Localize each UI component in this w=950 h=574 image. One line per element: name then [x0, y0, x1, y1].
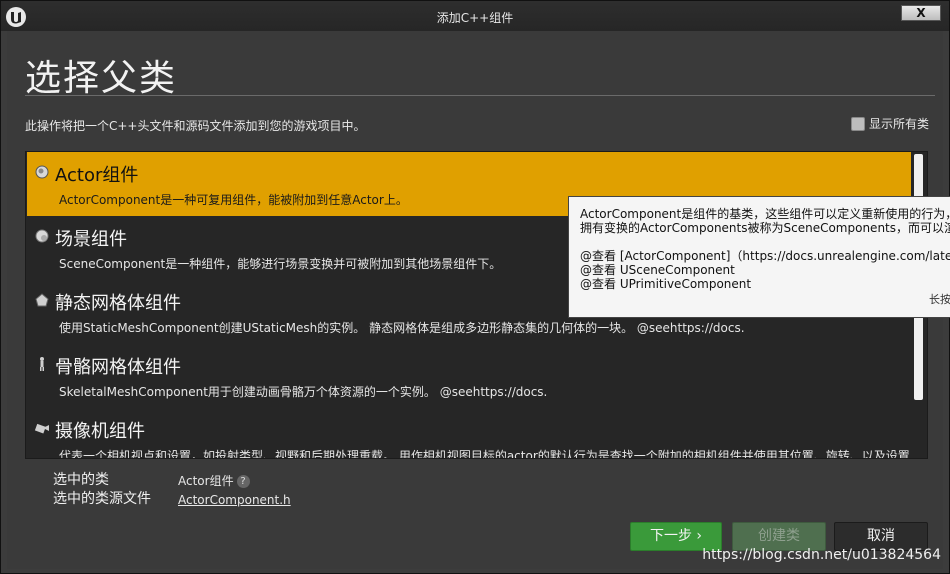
show-all-label: 显示所有类 — [868, 117, 929, 131]
window-title: 添加C++组件 — [436, 11, 514, 25]
item-description: SkeletalMeshComponent用于创建动画骨骼万个体资源的一个实例。… — [59, 385, 548, 399]
item-title: 骨骼网格体组件 — [55, 357, 181, 378]
tooltip-line: 拥有变换的ActorComponents被称为SceneComponents，而… — [580, 221, 950, 235]
tooltip-line: @查看 USceneComponent — [580, 263, 735, 277]
title-bar[interactable]: 添加C++组件 X — [1, 1, 949, 31]
item-title: 摄像机组件 — [55, 421, 145, 442]
list-item-skeletal-mesh-component[interactable]: 骨骼网格体组件 SkeletalMeshComponent用于创建动画骨骼万个体… — [27, 344, 911, 408]
scene-component-icon — [35, 229, 49, 243]
tooltip-line: @查看 UPrimitiveComponent — [580, 277, 752, 291]
selection-labels: 选中的类 选中的类源文件 — [53, 471, 151, 509]
item-title: 场景组件 — [55, 229, 127, 250]
selected-source-link[interactable]: ActorComponent.h — [178, 493, 291, 507]
static-mesh-icon — [35, 293, 49, 307]
selection-values: Actor组件? ActorComponent.h — [178, 472, 291, 510]
item-description: 使用StaticMeshComponent创建UStaticMesh的实例。 静… — [59, 321, 745, 335]
tooltip-spacer — [580, 235, 950, 249]
item-description: SceneComponent是一种组件，能够进行场景变换并可被附加到其他场景组件… — [59, 257, 502, 271]
actor-component-icon — [35, 165, 49, 179]
selected-class-value: Actor组件 — [178, 474, 234, 488]
camera-icon — [34, 423, 49, 434]
item-title: 静态网格体组件 — [55, 293, 181, 314]
list-item-camera-component[interactable]: 摄像机组件 代表一个相机视点和设置，如投射类型、视野和后期处理重载。 用作相机视… — [27, 408, 911, 459]
selected-source-label: 选中的类源文件 — [53, 491, 151, 507]
selected-class-label: 选中的类 — [53, 472, 109, 488]
tooltip-line: @查看 [ActorComponent]（https://docs.unreal… — [580, 249, 950, 263]
skeletal-mesh-icon — [40, 357, 44, 371]
close-button[interactable]: X — [901, 5, 941, 21]
watermark: https://blog.csdn.net/u013824564 — [702, 547, 941, 563]
class-tooltip: ActorComponent是组件的基类，这些组件可以定义重新使用的行为，i 拥… — [568, 196, 950, 318]
item-title: Actor组件 — [55, 165, 139, 186]
page-title: 选择父类 — [25, 58, 178, 99]
show-all-checkbox[interactable] — [850, 116, 865, 131]
item-description: ActorComponent是一种可复用组件，能被附加到任意Actor上。 — [59, 193, 408, 207]
help-icon[interactable]: ? — [236, 475, 250, 488]
tooltip-line: ActorComponent是组件的基类，这些组件可以定义重新使用的行为，i — [580, 207, 950, 221]
divider — [25, 95, 935, 96]
item-description: 代表一个相机视点和设置，如投射类型、视野和后期处理重载。 用作相机视图目标的ac… — [59, 449, 910, 459]
add-cpp-component-dialog: 添加C++组件 X 选择父类 此操作将把一个C++头文件和源码文件添加到您的游戏… — [0, 0, 950, 574]
show-all-classes-toggle[interactable]: 显示所有类 — [850, 115, 929, 132]
description-text: 此操作将把一个C++头文件和源码文件添加到您的游戏项目中。 — [25, 119, 366, 133]
tooltip-more-hint: 长按 — [929, 293, 950, 306]
